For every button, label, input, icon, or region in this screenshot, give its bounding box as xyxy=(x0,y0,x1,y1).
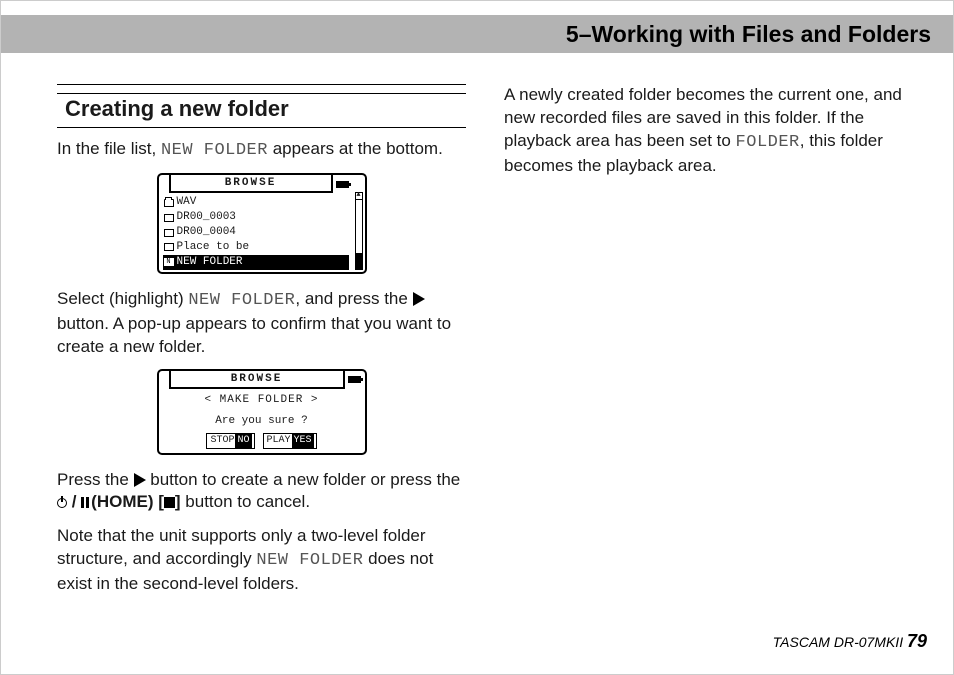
manual-page: 5–Working with Files and Folders Creatin… xyxy=(0,0,954,675)
power-icon xyxy=(57,498,67,508)
play-icon xyxy=(413,292,425,306)
scrollbar: ▲ xyxy=(355,192,363,270)
dialog-buttons: STOPNO PLAYYES xyxy=(165,433,359,449)
list-item: DR00_0004 xyxy=(163,225,349,240)
press-paragraph: Press the button to create a new folder … xyxy=(57,469,466,516)
list-item: Place to be xyxy=(163,240,349,255)
page-footer: TASCAM DR-07MKII 79 xyxy=(773,631,927,652)
row-label: Place to be xyxy=(177,240,250,255)
lcd-text-new-folder: NEW FOLDER xyxy=(256,551,363,570)
right-paragraph: A newly created folder becomes the curre… xyxy=(504,84,913,178)
scroll-up-icon: ▲ xyxy=(356,192,362,200)
text: button to create a new folder or press t… xyxy=(146,470,461,489)
pause-icon xyxy=(81,492,91,515)
row-label: DR00_0003 xyxy=(177,210,236,225)
model-name: TASCAM DR-07MKII xyxy=(773,634,907,650)
right-column: A newly created folder becomes the curre… xyxy=(504,84,913,634)
text: In the file list, xyxy=(57,139,161,158)
dialog-body: < MAKE FOLDER > Are you sure ? STOPNO PL… xyxy=(159,389,365,452)
battery-icon xyxy=(343,371,365,390)
text: Select (highlight) xyxy=(57,289,188,308)
dialog-yes-button: PLAYYES xyxy=(263,433,317,449)
screen-title: BROWSE xyxy=(171,175,331,194)
text: Press the xyxy=(57,470,134,489)
screen-tab xyxy=(159,371,171,390)
screen-body: WAV DR00_0003 DR00_0004 Place to be NNEW… xyxy=(159,193,353,271)
dialog-title: < MAKE FOLDER > xyxy=(165,393,359,408)
text: button to cancel. xyxy=(181,492,310,511)
key-label: STOP xyxy=(209,434,235,448)
stop-icon xyxy=(164,497,175,508)
section-title: Creating a new folder xyxy=(57,93,466,128)
list-item-selected: NNEW FOLDER xyxy=(163,255,349,270)
key-label: PLAY xyxy=(266,434,292,448)
text: appears at the bottom. xyxy=(268,139,443,158)
list-item: DR00_0003 xyxy=(163,210,349,225)
screen-tab xyxy=(159,175,171,194)
lcd-text-new-folder: NEW FOLDER xyxy=(161,141,268,160)
battery-icon xyxy=(331,175,353,194)
file-icon xyxy=(164,229,174,237)
file-icon xyxy=(164,243,174,251)
page-number: 79 xyxy=(907,631,927,651)
dialog-no-button: STOPNO xyxy=(206,433,254,449)
chapter-header-bar: 5–Working with Files and Folders xyxy=(1,15,953,53)
scroll-thumb xyxy=(356,253,362,269)
chapter-title: 5–Working with Files and Folders xyxy=(566,21,931,48)
section-rule-top: Creating a new folder xyxy=(57,84,466,128)
list-item: WAV xyxy=(163,195,349,210)
intro-paragraph: In the file list, NEW FOLDER appears at … xyxy=(57,138,466,163)
text: button. A pop-up appears to confirm that… xyxy=(57,314,451,356)
value-label: NO xyxy=(235,434,251,448)
row-label: NEW FOLDER xyxy=(177,255,243,270)
play-icon xyxy=(134,473,146,487)
file-icon xyxy=(164,214,174,222)
new-icon: N xyxy=(164,258,174,266)
lcd-screenshot-make-folder: BROWSE < MAKE FOLDER > Are you sure ? ST… xyxy=(157,369,367,455)
dialog-question: Are you sure ? xyxy=(165,414,359,429)
slash-icon: / xyxy=(67,492,81,511)
lcd-text-new-folder: NEW FOLDER xyxy=(188,291,295,310)
screen-title: BROWSE xyxy=(171,371,343,390)
lcd-text-folder: FOLDER xyxy=(736,133,800,152)
home-label: (HOME) xyxy=(91,492,153,511)
lcd-screenshot-browse-list: BROWSE WAV DR00_0003 DR00_0004 Place to … xyxy=(157,173,367,274)
text: , and press the xyxy=(295,289,412,308)
row-label: WAV xyxy=(177,195,197,210)
row-label: DR00_0004 xyxy=(177,225,236,240)
note-paragraph: Note that the unit supports only a two-l… xyxy=(57,525,466,596)
content-columns: Creating a new folder In the file list, … xyxy=(57,84,913,634)
select-paragraph: Select (highlight) NEW FOLDER, and press… xyxy=(57,288,466,359)
folder-icon xyxy=(164,199,174,207)
left-column: Creating a new folder In the file list, … xyxy=(57,84,466,634)
value-label: YES xyxy=(292,434,314,448)
